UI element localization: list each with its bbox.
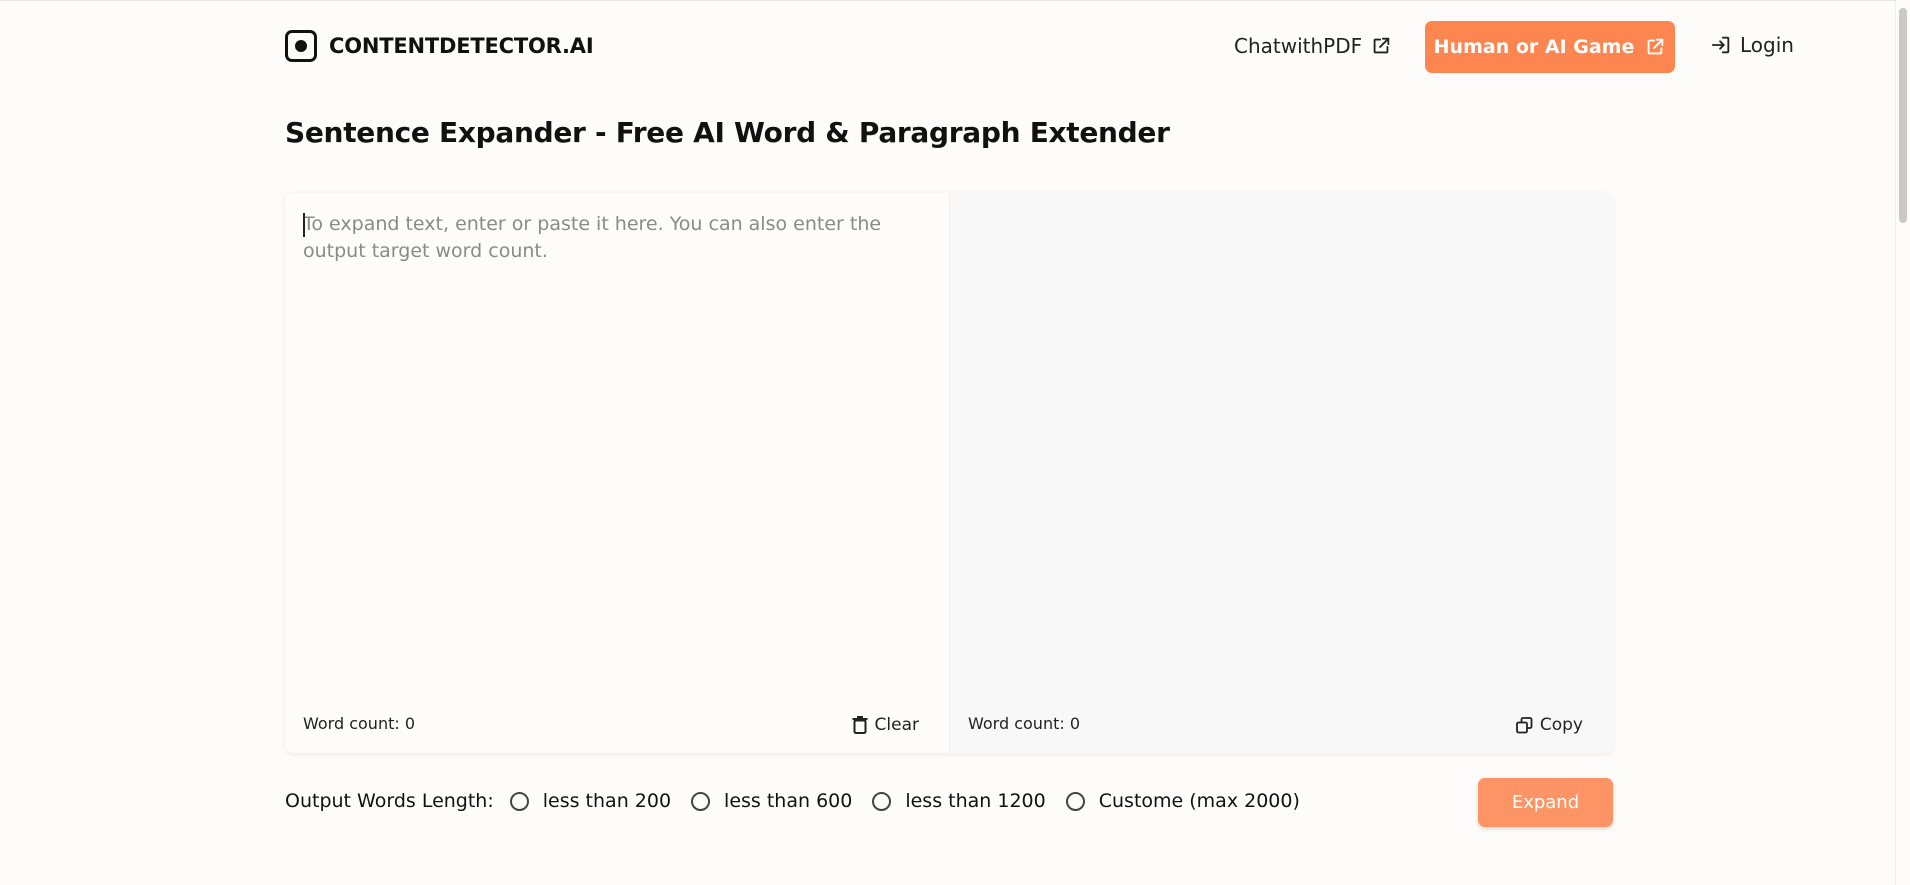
output-length-options: Output Words Length: less than 200 less … xyxy=(285,790,1320,812)
input-word-count: Word count: 0 xyxy=(303,714,416,733)
radio-circle[interactable] xyxy=(1065,791,1085,811)
radio-custom-max-2000[interactable]: Custome (max 2000) xyxy=(1065,790,1300,812)
trash-icon xyxy=(852,716,868,734)
chatwithpdf-label: ChatwithPDF xyxy=(1234,34,1363,58)
output-length-label: Output Words Length: xyxy=(285,790,494,812)
output-pane: Word count: 0 Copy xyxy=(949,193,1613,753)
game-button-label: Human or AI Game xyxy=(1433,36,1635,58)
login-label: Login xyxy=(1740,33,1794,57)
expander-editor: Word count: 0 Clear Word count: 0 Copy xyxy=(285,193,1613,753)
radio-circle[interactable] xyxy=(691,791,711,811)
input-pane: Word count: 0 Clear xyxy=(285,193,949,753)
radio-circle[interactable] xyxy=(509,791,529,811)
radio-label: less than 600 xyxy=(724,790,853,812)
chatwithpdf-link[interactable]: ChatwithPDF xyxy=(1234,34,1392,58)
radio-less-than-600[interactable]: less than 600 xyxy=(691,790,852,812)
page-scrollbar[interactable] xyxy=(1895,0,1910,885)
page-title: Sentence Expander - Free AI Word & Parag… xyxy=(285,116,1170,149)
text-caret xyxy=(303,213,305,237)
radio-less-than-200[interactable]: less than 200 xyxy=(509,790,672,812)
radio-less-than-1200[interactable]: less than 1200 xyxy=(872,790,1046,812)
login-icon xyxy=(1711,36,1730,54)
clear-label: Clear xyxy=(874,715,919,735)
output-word-count: Word count: 0 xyxy=(968,714,1081,733)
login-link[interactable]: Login xyxy=(1710,33,1794,57)
radio-label: Custome (max 2000) xyxy=(1098,790,1300,812)
expand-button[interactable]: Expand xyxy=(1478,778,1613,827)
copy-button[interactable]: Copy xyxy=(1515,715,1583,735)
copy-label: Copy xyxy=(1539,715,1583,735)
clear-button[interactable]: Clear xyxy=(852,715,919,735)
site-logo[interactable]: CONTENTDETECTOR.AI xyxy=(285,30,594,62)
scrollbar-thumb[interactable] xyxy=(1899,8,1907,223)
window-top-edge xyxy=(0,0,1910,1)
radio-circle[interactable] xyxy=(872,791,892,811)
input-textarea[interactable] xyxy=(303,211,923,691)
copy-icon xyxy=(1515,716,1533,733)
external-link-icon xyxy=(1373,37,1390,54)
record-square-icon xyxy=(285,30,317,62)
external-link-icon xyxy=(1648,38,1664,55)
logo-text: CONTENTDETECTOR.AI xyxy=(329,34,594,58)
human-or-ai-game-button[interactable]: Human or AI Game xyxy=(1425,21,1675,73)
radio-label: less than 1200 xyxy=(905,790,1046,812)
radio-label: less than 200 xyxy=(542,790,672,812)
